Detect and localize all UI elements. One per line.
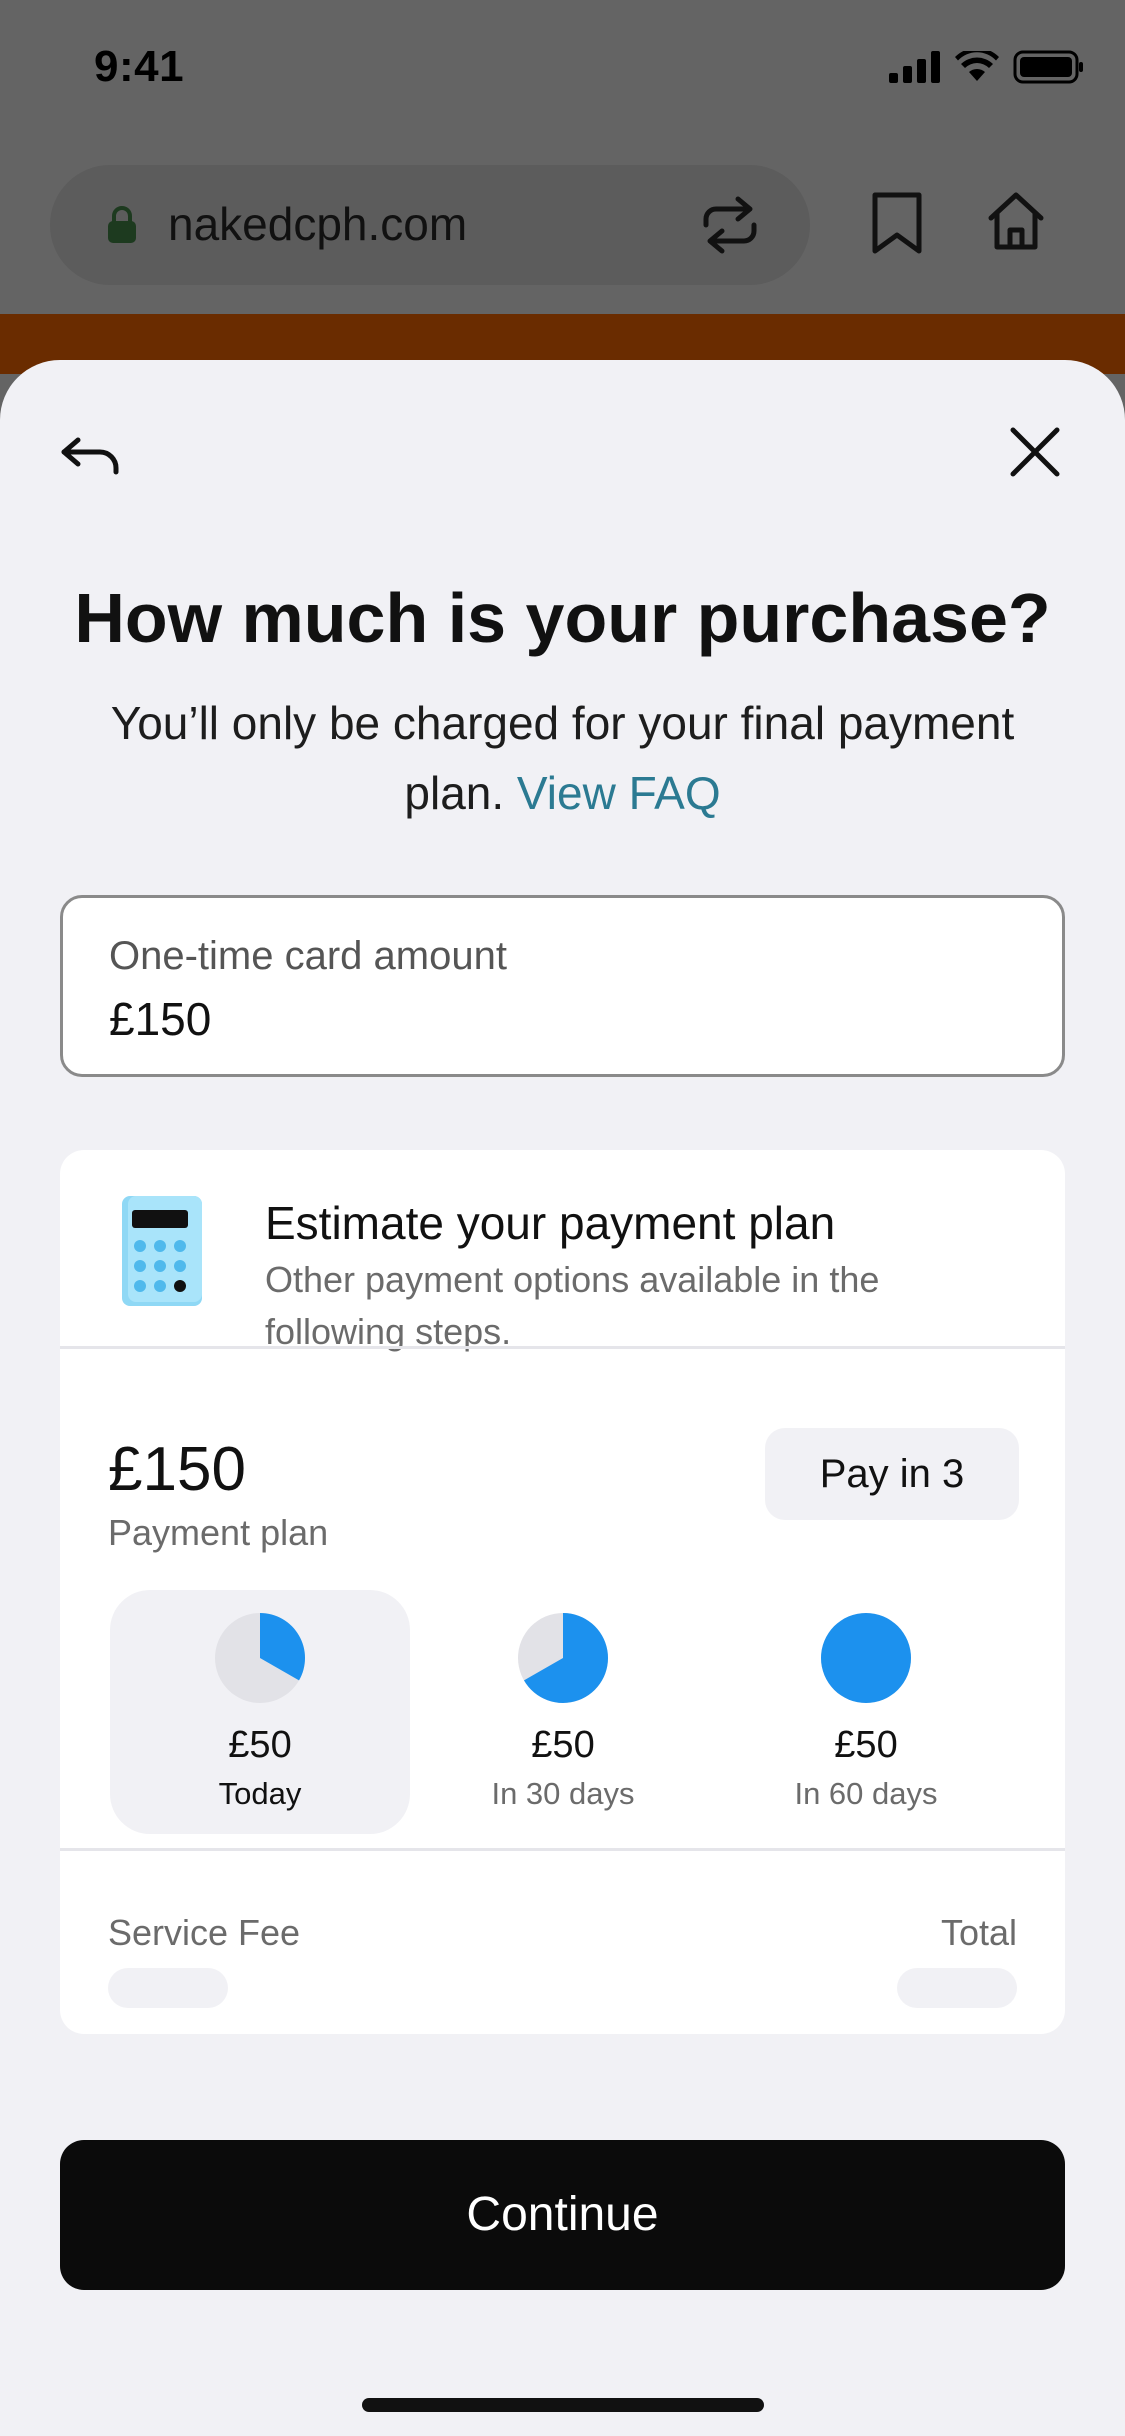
back-arrow-icon[interactable] — [56, 420, 126, 490]
total-label: Total — [940, 1912, 1017, 1953]
service-fee-label: Service Fee — [108, 1912, 301, 1953]
reload-icon[interactable] — [698, 195, 762, 255]
status-bar: 9:41 — [0, 0, 1125, 140]
cellular-signal-icon — [889, 51, 940, 83]
page-subtitle: You’ll only be charged for your final pa… — [60, 688, 1065, 828]
battery-icon — [1013, 50, 1083, 84]
installment-amount: £50 — [228, 1724, 292, 1766]
installment-2[interactable]: £50 In 30 days — [413, 1590, 713, 1834]
installment-3[interactable]: £50 In 60 days — [716, 1590, 1016, 1834]
estimate-description: Other payment options available in the f… — [265, 1259, 880, 1352]
total-placeholder — [897, 1968, 1017, 2008]
view-faq-link[interactable]: View FAQ — [517, 767, 721, 819]
installment-date: Today — [218, 1776, 302, 1811]
installment-1[interactable]: £50 Today — [110, 1590, 410, 1834]
progress-pie-icon — [518, 1613, 608, 1703]
amount-input-value: £150 — [109, 993, 212, 1045]
address-bar[interactable]: nakedcph.com — [50, 165, 810, 285]
calculator-icon — [122, 1196, 202, 1306]
estimate-card: Estimate your payment plan Other payment… — [60, 1150, 1065, 2034]
installment-amount: £50 — [834, 1724, 898, 1766]
installment-date: In 30 days — [491, 1776, 635, 1811]
divider — [60, 1848, 1065, 1851]
status-icons — [889, 50, 1085, 84]
amount-input-label: One-time card amount — [109, 934, 507, 978]
lock-icon — [108, 206, 136, 243]
wifi-icon — [955, 51, 999, 81]
plan-label: Payment plan — [108, 1512, 329, 1553]
payment-sheet: How much is your purchase? You’ll only b… — [0, 360, 1125, 2436]
progress-pie-icon — [215, 1613, 305, 1703]
service-fee-placeholder — [108, 1968, 228, 2008]
page-title: How much is your purchase? — [74, 579, 1051, 657]
pay-in-3-button[interactable]: Pay in 3 — [765, 1428, 1019, 1520]
progress-pie-icon — [821, 1613, 911, 1703]
bookmark-icon[interactable] — [870, 190, 924, 256]
installment-amount: £50 — [531, 1724, 595, 1766]
continue-button[interactable]: Continue — [60, 2140, 1065, 2290]
estimate-title: Estimate your payment plan — [265, 1197, 836, 1249]
status-time: 9:41 — [94, 42, 185, 91]
divider — [60, 1346, 1065, 1349]
amount-input[interactable]: One-time card amount £150 — [60, 895, 1065, 1077]
pie-fill — [821, 1613, 911, 1703]
home-icon[interactable] — [985, 190, 1047, 252]
home-indicator — [362, 2398, 764, 2412]
installment-date: In 60 days — [794, 1776, 938, 1811]
plan-amount: £150 — [108, 1435, 246, 1504]
url-text: nakedcph.com — [168, 198, 468, 250]
close-icon[interactable] — [1003, 420, 1067, 484]
